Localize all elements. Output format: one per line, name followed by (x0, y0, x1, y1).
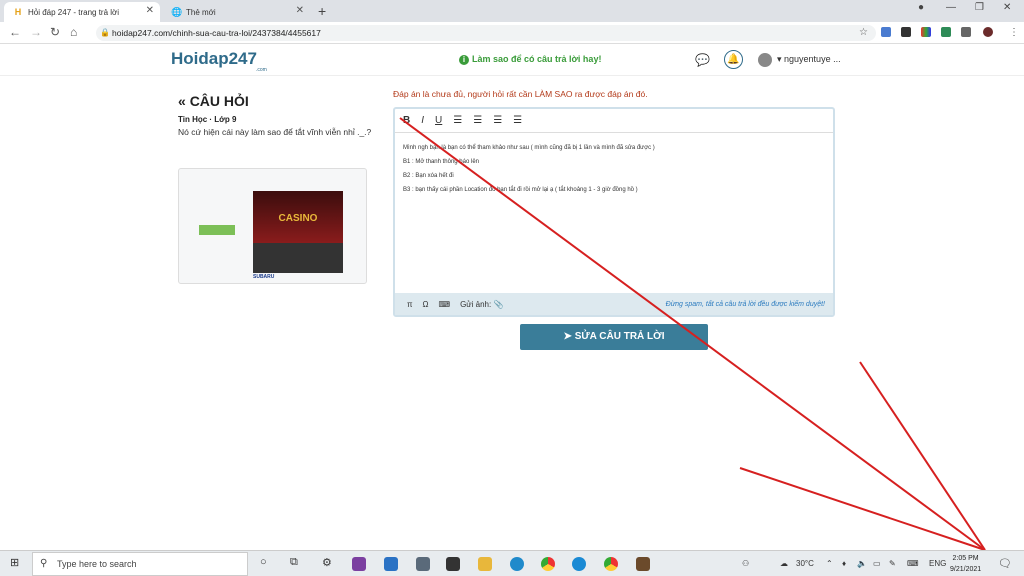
mail-icon[interactable] (384, 557, 398, 571)
file-explorer-icon[interactable] (478, 557, 492, 571)
zalo-icon[interactable] (572, 557, 586, 571)
red-line (399, 117, 986, 551)
cortana-icon[interactable]: ○ (260, 556, 267, 568)
notification-icon[interactable]: 🗨 (998, 557, 1012, 570)
temperature[interactable]: 30°C (796, 559, 814, 568)
chrome-icon[interactable] (541, 557, 555, 571)
search-icon: ⚲ (40, 558, 48, 569)
settings-gear-icon[interactable]: ⚙ (322, 556, 332, 569)
edge-icon[interactable] (510, 557, 524, 571)
onenote-icon[interactable] (352, 557, 366, 571)
calculator-icon[interactable] (416, 557, 430, 571)
taskbar-search[interactable]: ⚲ Type here to search (32, 552, 248, 576)
red-line (859, 361, 986, 551)
windows-taskbar: ⊞ ⚲ Type here to search ○ ⧉ ⚙ ⚇ ☁ 30°C ⌃… (0, 550, 1024, 576)
red-line (739, 467, 986, 551)
task-view-icon[interactable]: ⧉ (290, 556, 298, 569)
volume-icon[interactable]: 🔈 (857, 559, 867, 568)
red-annotation-lines (399, 117, 986, 551)
keyboard-icon[interactable]: ⌨ (907, 559, 919, 568)
network-icon[interactable]: ▭ (873, 559, 881, 568)
language[interactable]: ENG (929, 559, 946, 568)
weather-icon[interactable]: ☁ (780, 559, 788, 568)
clock[interactable]: 2:05 PM 9/21/2021 (950, 553, 981, 575)
windows-start-icon[interactable]: ⊞ (10, 556, 19, 569)
tray-app-icon[interactable]: ♦ (842, 559, 846, 568)
minecraft-icon[interactable] (636, 557, 650, 571)
pen-icon[interactable]: ✎ (889, 559, 896, 568)
chrome-active-icon[interactable] (604, 557, 618, 571)
store-icon[interactable] (446, 557, 460, 571)
people-icon[interactable]: ⚇ (742, 559, 749, 568)
chevron-up-icon[interactable]: ⌃ (826, 559, 833, 568)
